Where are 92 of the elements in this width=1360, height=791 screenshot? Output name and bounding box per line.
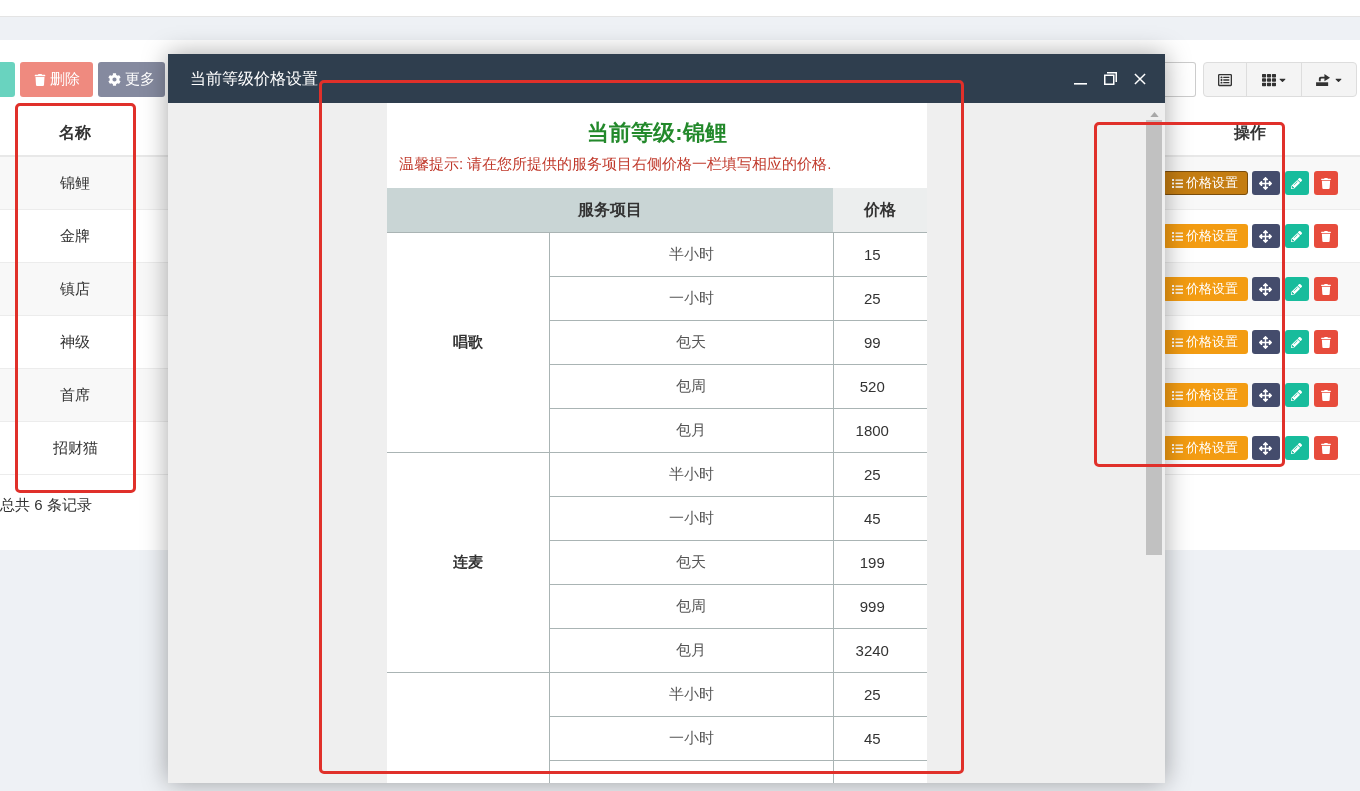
move-icon: [1259, 229, 1272, 243]
price-input[interactable]: 999: [833, 585, 927, 627]
price-input[interactable]: 45: [833, 497, 927, 539]
table-cell: 包天: [549, 540, 833, 584]
move-icon: [1259, 335, 1272, 349]
pencil-icon: [1291, 283, 1302, 295]
table-cell: 半小时: [549, 452, 833, 496]
move-button[interactable]: [1251, 224, 1280, 248]
table-cell-text: 神级: [59, 331, 91, 352]
column-header: 操作: [1232, 122, 1267, 143]
grid-icon: [1261, 72, 1276, 87]
table-cell-text: 首席: [59, 384, 91, 405]
modal-title: 当前等级价格设置: [189, 68, 318, 89]
export-icon: [1315, 73, 1331, 86]
restore-icon[interactable]: [1104, 72, 1117, 85]
close-icon[interactable]: [1134, 72, 1146, 85]
edit-button[interactable]: [1284, 330, 1309, 354]
price-input[interactable]: 25: [833, 277, 927, 319]
table-cell: 连麦: [387, 452, 549, 672]
edit-button[interactable]: [1284, 277, 1309, 301]
price-input[interactable]: 3240: [833, 629, 927, 671]
search-field[interactable]: [1164, 62, 1196, 97]
trash-icon: [1320, 389, 1331, 401]
pencil-icon: [1291, 442, 1302, 454]
delete-button[interactable]: [1313, 383, 1338, 407]
record-count: 总共 6 条记录: [0, 495, 92, 515]
price-input[interactable]: 25: [833, 453, 927, 495]
edit-button[interactable]: [1284, 171, 1309, 195]
move-button[interactable]: [1251, 171, 1280, 195]
move-icon: [1259, 282, 1272, 296]
edit-button[interactable]: [1284, 224, 1309, 248]
move-button[interactable]: [1251, 277, 1280, 301]
list-icon: [1172, 389, 1183, 401]
list-icon: [1172, 230, 1183, 242]
table-cell: 包月: [549, 628, 833, 672]
pencil-icon: [1291, 230, 1302, 242]
table-cell: 包周: [549, 364, 833, 408]
pencil-icon: [1291, 336, 1302, 348]
price-input[interactable]: 1800: [833, 409, 927, 451]
price-input[interactable]: 45: [833, 717, 927, 759]
trash-icon: [1320, 442, 1331, 454]
level-heading: 当前等级:锦鲤: [586, 119, 728, 146]
trash-icon: [1320, 177, 1331, 189]
move-icon: [1259, 441, 1272, 455]
table-cell: 包月: [549, 408, 833, 452]
trash-icon: [1320, 283, 1331, 295]
delete-button[interactable]: [1313, 171, 1338, 195]
table-cell-text: 锦鲤: [59, 172, 91, 193]
column-header: 服务项目: [387, 188, 833, 232]
column-header: 价格: [833, 188, 927, 232]
move-icon: [1259, 388, 1272, 402]
table-cell: 包天: [549, 320, 833, 364]
trash-icon: [33, 73, 46, 86]
delete-button[interactable]: [1313, 224, 1338, 248]
column-header: 名称: [58, 122, 92, 143]
table-cell: 一小时: [549, 496, 833, 540]
table-cell: 半小时: [549, 232, 833, 276]
table-cell: 一小时: [549, 276, 833, 320]
list-icon: [1218, 72, 1232, 87]
table-cell: 半小时: [549, 672, 833, 716]
move-button[interactable]: [1251, 383, 1280, 407]
table-cell: 一小时: [549, 716, 833, 760]
scrollbar-thumb[interactable]: [1146, 120, 1162, 555]
hint-text: 温馨提示: 请在您所提供的服务项目右侧价格一栏填写相应的价格.: [398, 154, 833, 174]
move-icon: [1259, 176, 1272, 190]
gear-icon: [108, 73, 121, 86]
table-cell-text: 金牌: [59, 225, 91, 246]
list-icon: [1172, 177, 1183, 189]
table-cell: 包周: [549, 584, 833, 628]
pencil-icon: [1291, 177, 1302, 189]
trash-icon: [1320, 230, 1331, 242]
list-icon: [1172, 283, 1183, 295]
list-icon: [1172, 442, 1183, 454]
trash-icon: [1320, 336, 1331, 348]
edit-button[interactable]: [1284, 436, 1309, 460]
move-button[interactable]: [1251, 436, 1280, 460]
delete-button[interactable]: [1313, 277, 1338, 301]
price-input[interactable]: 199: [833, 541, 927, 583]
price-input[interactable]: 15: [833, 233, 927, 275]
delete-button[interactable]: [1313, 330, 1338, 354]
table-cell-text: 招财猫: [51, 437, 99, 458]
price-input[interactable]: 520: [833, 365, 927, 407]
edit-button[interactable]: [1284, 383, 1309, 407]
delete-button[interactable]: [1313, 436, 1338, 460]
pencil-icon: [1291, 389, 1302, 401]
minimize-icon[interactable]: [1074, 82, 1087, 85]
price-input[interactable]: 99: [833, 321, 927, 363]
list-icon: [1172, 336, 1183, 348]
price-input[interactable]: 25: [833, 673, 927, 715]
move-button[interactable]: [1251, 330, 1280, 354]
table-cell: 唱歌: [387, 232, 549, 452]
table-cell-text: 镇店: [59, 278, 91, 299]
